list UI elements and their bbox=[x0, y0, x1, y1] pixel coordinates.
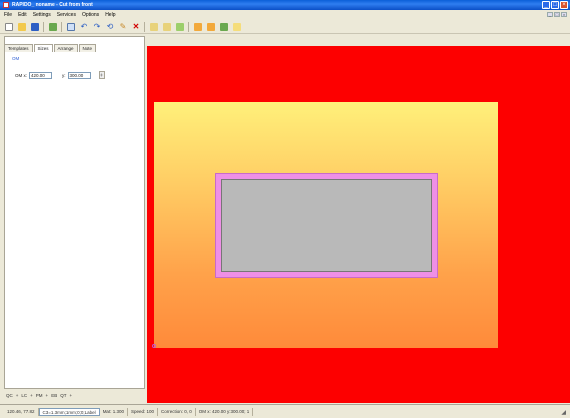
lc-dropdown[interactable]: + bbox=[30, 393, 33, 398]
redo-icon[interactable]: ↷ bbox=[92, 22, 102, 32]
side-panel bbox=[4, 36, 145, 389]
status-bar: 120.46, 77.82 C3=1.3mm;1mm;0;0;Label Mat… bbox=[0, 404, 570, 418]
menu-bar: File Edit Settings Services Options Help bbox=[0, 10, 570, 20]
qc-button[interactable]: QC bbox=[6, 393, 13, 398]
tool-d-icon[interactable] bbox=[193, 22, 203, 32]
tool-a-icon[interactable] bbox=[149, 22, 159, 32]
menu-services[interactable]: Services bbox=[57, 12, 76, 18]
pm-dropdown[interactable]: + bbox=[46, 393, 49, 398]
menu-help[interactable]: Help bbox=[105, 12, 115, 18]
status-om: OM x: 420.00 y:300.00; 1 bbox=[196, 407, 254, 416]
window-title: RAPIDO_ noname - Cut from front bbox=[12, 2, 93, 8]
brush-icon[interactable]: ✎ bbox=[118, 22, 128, 32]
qt-dropdown[interactable]: + bbox=[69, 393, 72, 398]
origin-marker bbox=[152, 344, 156, 348]
menu-options[interactable]: Options bbox=[82, 12, 99, 18]
menu-file[interactable]: File bbox=[4, 12, 12, 18]
open-folder-icon[interactable] bbox=[17, 22, 27, 32]
toolbar-separator bbox=[144, 21, 146, 32]
group-label: OM bbox=[12, 56, 20, 61]
restore-button[interactable]: □ bbox=[551, 1, 559, 9]
title-bar: RAPIDO_ noname - Cut from front _ □ × bbox=[0, 0, 570, 10]
om-x-input[interactable]: 420.00 bbox=[29, 71, 52, 79]
menu-settings[interactable]: Settings bbox=[33, 12, 51, 18]
undo-icon[interactable]: ↶ bbox=[79, 22, 89, 32]
copy-icon[interactable] bbox=[66, 22, 76, 32]
view-icon[interactable] bbox=[48, 22, 58, 32]
menu-edit[interactable]: Edit bbox=[18, 12, 27, 18]
om-y-label: y: bbox=[62, 72, 66, 78]
toolbar-separator bbox=[188, 21, 190, 32]
tab-note[interactable]: Note bbox=[78, 44, 97, 52]
pm-button[interactable]: PM bbox=[36, 393, 43, 398]
om-y-input[interactable]: 300.00 bbox=[67, 71, 91, 79]
toolbar: ↶ ↷ ⟲ ✎ ✕ bbox=[0, 20, 570, 34]
rotate-icon[interactable]: ⟲ bbox=[105, 22, 115, 32]
minimize-button[interactable]: _ bbox=[542, 1, 550, 9]
tab-sizes[interactable]: Sizes bbox=[33, 44, 53, 52]
qc-dropdown[interactable]: + bbox=[16, 393, 19, 398]
status-mat: Mat: 1.300 bbox=[100, 407, 128, 416]
tab-templates[interactable]: Templates bbox=[4, 44, 33, 52]
mdi-minimize-button[interactable]: _ bbox=[547, 12, 553, 17]
close-button[interactable]: × bbox=[560, 1, 568, 9]
tab-arrange[interactable]: Arrange bbox=[53, 44, 78, 52]
eb-button[interactable]: EB bbox=[51, 393, 57, 398]
tool-g-icon[interactable] bbox=[232, 22, 242, 32]
toolbar-separator bbox=[43, 21, 45, 32]
tool-f-icon[interactable] bbox=[219, 22, 229, 32]
cut-opening[interactable] bbox=[221, 179, 432, 272]
tool-b-icon[interactable] bbox=[162, 22, 172, 32]
status-dimensions-field[interactable]: C3=1.3mm;1mm;0;0;Label bbox=[38, 407, 100, 416]
toolbar-separator bbox=[61, 21, 63, 32]
status-speed: Speed: 100 bbox=[128, 407, 158, 416]
om-x-label: OM x: bbox=[15, 72, 27, 78]
qt-button[interactable]: QT bbox=[60, 393, 66, 398]
tool-c-icon[interactable] bbox=[175, 22, 185, 32]
status-coords: 120.46, 77.82 bbox=[4, 407, 39, 416]
mdi-close-button[interactable]: × bbox=[561, 12, 567, 17]
left-bottom-toolbar: QC + LC + PM + EB QT + bbox=[6, 393, 72, 398]
app-icon bbox=[3, 2, 9, 8]
delete-icon[interactable]: ✕ bbox=[131, 22, 141, 32]
save-icon[interactable] bbox=[30, 22, 40, 32]
status-correction: Correction: 0, 0 bbox=[158, 407, 196, 416]
om-row: OM x: 420.00 y: 300.00 ‡ bbox=[15, 71, 105, 79]
om-spinner[interactable]: ‡ bbox=[98, 71, 105, 79]
tool-e-icon[interactable] bbox=[206, 22, 216, 32]
lc-button[interactable]: LC bbox=[21, 393, 27, 398]
panel-tabs: Templates Sizes Arrange Note bbox=[4, 44, 97, 52]
new-file-icon[interactable] bbox=[4, 22, 14, 32]
resize-grip-icon[interactable]: ◢ bbox=[561, 409, 566, 416]
mdi-restore-button[interactable]: □ bbox=[554, 12, 560, 17]
